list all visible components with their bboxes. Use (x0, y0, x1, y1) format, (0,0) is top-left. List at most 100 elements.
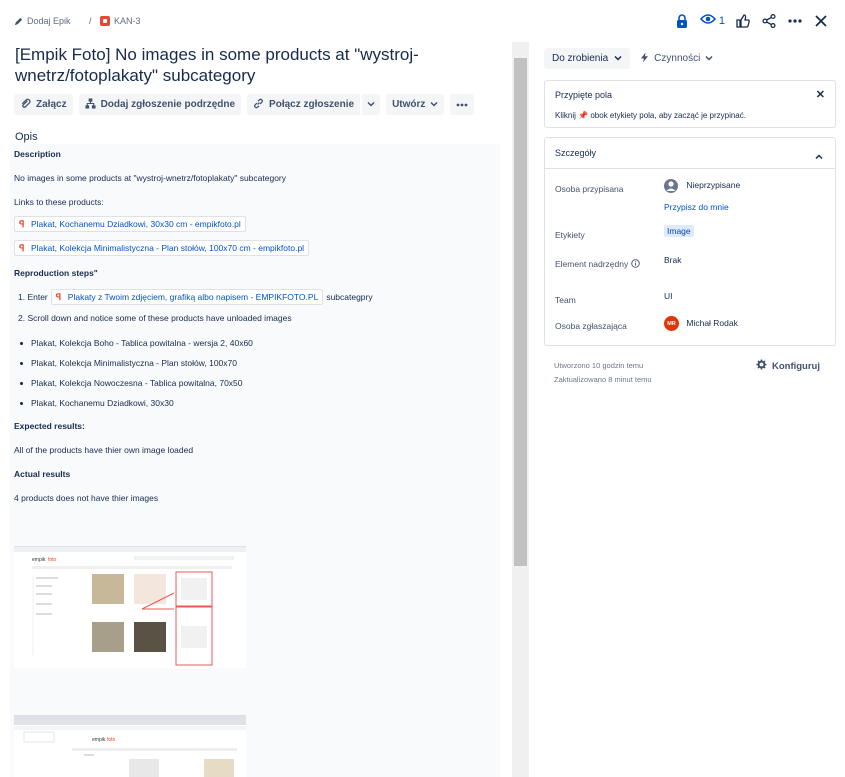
description-editor[interactable]: Description No images in some products a… (10, 144, 500, 777)
repro-heading: Reproduction steps" (14, 268, 98, 278)
link-icon (253, 98, 264, 112)
configure-button[interactable]: Konfiguruj (756, 359, 820, 373)
actual-heading: Actual results (14, 469, 71, 479)
label-tag[interactable]: Image (664, 225, 694, 237)
content-scrollbar-thumb[interactable] (514, 58, 527, 566)
pinned-hint-pre: Kliknij (555, 111, 576, 120)
top-bar: Dodaj Epik / KAN-3 1 (0, 0, 845, 42)
more-icon (456, 99, 468, 110)
actual-text: 4 products does not have thier images (14, 493, 159, 503)
chevron-down-icon (705, 53, 713, 64)
product-link-1-label: Plakat, Kochanemu Dziadkowi, 30x30 cm - … (31, 219, 241, 229)
more-icon[interactable] (786, 12, 803, 29)
info-icon[interactable] (630, 259, 640, 269)
empik-favicon-icon: ꟼ (55, 291, 62, 302)
link-issue-label: Połącz zgłoszenie (269, 99, 355, 110)
unassigned-avatar-icon (664, 179, 678, 193)
subcategory-link[interactable]: ꟼ Plakaty z Twoim zdjęciem, grafiką albo… (50, 289, 324, 305)
description-intro: No images in some products at "wystroj-w… (14, 173, 287, 183)
gear-icon (756, 359, 767, 373)
pinned-hint-post: obok etykiety pola, aby zacząć je przypi… (590, 111, 746, 120)
updated-timestamp: Zaktualizowano 8 minut temu (554, 375, 652, 384)
attachment-screenshot-2[interactable]: empik foto (14, 715, 246, 777)
description-heading: Description (14, 149, 61, 159)
close-icon[interactable] (812, 12, 829, 29)
lock-icon[interactable] (674, 12, 691, 29)
watchers-button[interactable]: 1 (699, 13, 725, 28)
eye-icon (699, 13, 716, 28)
reporter-name: Michał Rodak (686, 317, 738, 328)
issue-title[interactable]: [Empik Foto] No images in some products … (15, 44, 510, 86)
assignee-name: Nieprzypisane (686, 180, 741, 191)
chevron-down-icon (430, 99, 438, 110)
expected-text: All of the products have thier own image… (14, 445, 194, 455)
issue-sidebar: Do zrobienia Czynności Przypięte pola ✕ … (544, 48, 836, 384)
separator-text: / (89, 16, 92, 26)
actions-dropdown[interactable]: Czynności (640, 52, 713, 66)
svg-text:foto: foto (48, 557, 57, 563)
pin-icon: 📌 (578, 111, 589, 120)
attachment-screenshot-1[interactable]: empik foto (14, 546, 253, 668)
labels-value[interactable]: Image (664, 225, 694, 237)
reporter-value[interactable]: MR Michał Rodak (664, 316, 738, 331)
breadcrumb-add-epic-label: Dodaj Epik (27, 16, 71, 26)
svg-text:foto: foto (107, 737, 116, 743)
list-item-text: Plakat, Kolekcja Boho - Tablica powitaln… (31, 338, 253, 348)
close-icon[interactable]: ✕ (816, 88, 825, 101)
expected-heading: Expected results: (14, 421, 85, 431)
list-item-text: Plakat, Kolekcja Minimalistyczna - Plan … (31, 358, 237, 368)
status-dropdown[interactable]: Do zrobienia (544, 48, 631, 69)
share-icon[interactable] (760, 12, 777, 29)
parent-label: Element nadrzędny (555, 259, 640, 269)
actions-label: Czynności (654, 53, 701, 64)
product-link-2[interactable]: ꟼ Plakat, Kolekcja Minimalistyczna - Pla… (14, 240, 310, 256)
step1-prefix: 1. Enter (18, 292, 48, 302)
status-label: Do zrobienia (552, 53, 609, 64)
attach-button[interactable]: Załącz (14, 94, 73, 115)
parent-value[interactable]: Brak (664, 255, 681, 265)
assignee-label: Osoba przypisana (555, 184, 624, 194)
step1-suffix: subcategpry (326, 292, 373, 302)
list-item: Plakat, Kochanemu Dziadkowi, 30x30 (14, 398, 174, 408)
description-section-label: Opis (15, 131, 38, 143)
assign-to-me-link[interactable]: Przypisz do mnie (664, 202, 729, 212)
details-header[interactable]: Szczegóły (545, 138, 835, 169)
add-child-label: Dodaj zgłoszenie podrzędne (100, 99, 236, 110)
breadcrumb-issue-key[interactable]: KAN-3 (100, 16, 141, 26)
chevron-up-icon (815, 147, 823, 165)
repro-step-2: 2. Scroll down and notice some of these … (18, 313, 292, 323)
top-actions: 1 (674, 12, 829, 29)
pinned-fields-title: Przypięte pola (555, 90, 613, 100)
team-value[interactable]: UI (664, 291, 673, 301)
create-label: Utwórz (392, 99, 426, 110)
list-item: Plakat, Kolekcja Minimalistyczna - Plan … (14, 358, 237, 368)
link-issue-button[interactable]: Połącz zgłoszenie (247, 94, 361, 115)
add-child-issue-button[interactable]: Dodaj zgłoszenie podrzędne (78, 94, 242, 115)
empik-favicon-icon: ꟼ (19, 242, 25, 253)
like-icon[interactable] (734, 12, 751, 29)
more-actions-button[interactable] (450, 94, 475, 115)
details-panel: Szczegóły Osoba przypisana Nieprzypisane… (544, 137, 836, 346)
hierarchy-icon (85, 97, 96, 112)
product-link-1[interactable]: ꟼ Plakat, Kochanemu Dziadkowi, 30x30 cm … (14, 216, 246, 232)
configure-label: Konfiguruj (771, 360, 820, 372)
issue-key-label: KAN-3 (114, 16, 141, 26)
link-issue-dropdown[interactable] (361, 94, 381, 115)
list-item-text: Plakat, Kolekcja Nowoczesna - Tablica po… (31, 378, 243, 388)
watchers-count: 1 (718, 14, 725, 27)
issue-type-icon (100, 16, 110, 26)
status-row: Do zrobienia Czynności (544, 48, 836, 69)
create-button[interactable]: Utwórz (386, 94, 445, 115)
pinned-fields-hint: Kliknij 📌 obok etykiety pola, aby zacząć… (555, 111, 746, 120)
breadcrumb-add-epic[interactable]: Dodaj Epik (14, 16, 71, 26)
reporter-avatar: MR (664, 316, 679, 331)
assignee-value[interactable]: Nieprzypisane (664, 179, 740, 193)
chevron-down-icon (614, 53, 622, 64)
links-label: Links to these products: (14, 197, 104, 207)
issue-toolbar: Załącz Dodaj zgłoszenie podrzędne Połącz… (14, 94, 475, 115)
chevron-down-icon (367, 99, 375, 110)
labels-label: Etykiety (555, 230, 585, 240)
team-label: Team (555, 295, 576, 305)
breadcrumb-separator: / (89, 16, 92, 26)
attach-label: Załącz (36, 99, 67, 110)
